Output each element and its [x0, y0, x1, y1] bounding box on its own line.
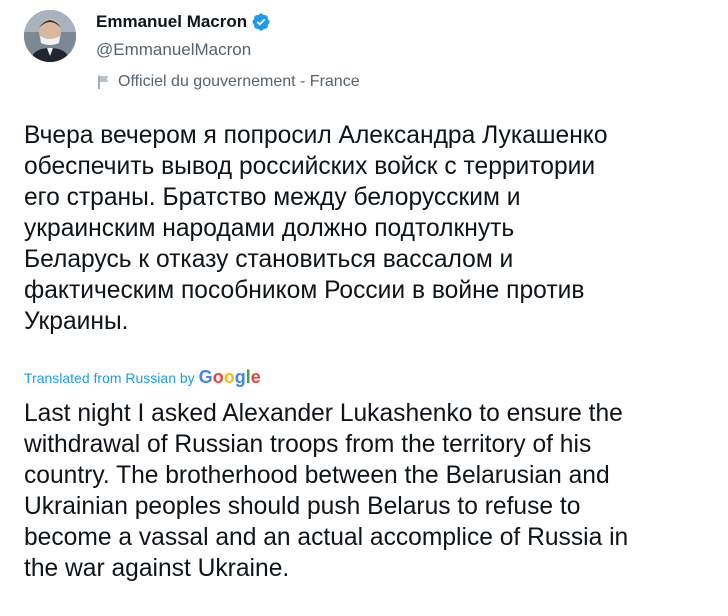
- government-affiliation: Officiel du gouvernement - France: [96, 72, 360, 92]
- avatar-image: [24, 10, 76, 62]
- translation-attribution[interactable]: Translated from Russian by Google: [24, 367, 261, 388]
- tweet-original-text: Вчера вечером я попросил Александра Лука…: [24, 122, 608, 335]
- more-dots-icon: [689, 22, 693, 26]
- verified-badge-icon: [251, 12, 271, 32]
- author-handle[interactable]: @EmmanuelMacron: [96, 38, 360, 62]
- translation-label: Translated from Russian by: [24, 369, 195, 386]
- flag-icon: [98, 75, 109, 89]
- affiliation-label: Officiel du gouvernement - France: [118, 73, 360, 90]
- tweet-translated-text: Last night I asked Alexander Lukashenko …: [24, 400, 629, 582]
- avatar[interactable]: [24, 10, 76, 62]
- google-logo: Google: [198, 367, 261, 387]
- tweet-card: Emmanuel Macron @EmmanuelMacron Officiel…: [0, 0, 728, 616]
- more-options-button[interactable]: [680, 8, 712, 40]
- author-display-name[interactable]: Emmanuel Macron: [96, 12, 247, 32]
- name-row: Emmanuel Macron: [96, 10, 360, 34]
- tweet-header: Emmanuel Macron @EmmanuelMacron Officiel…: [96, 10, 360, 92]
